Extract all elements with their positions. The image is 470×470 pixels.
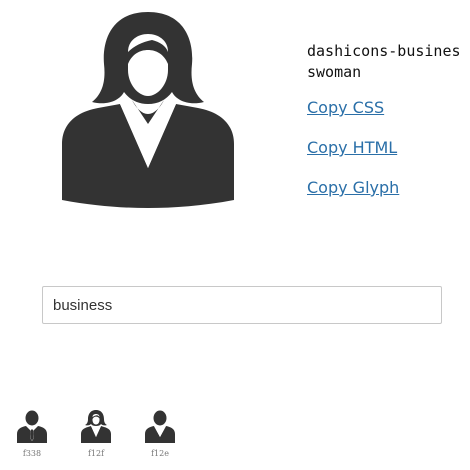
result-code: f12f — [87, 449, 105, 458]
icon-results-list: f338 f12f f12e — [12, 408, 462, 464]
result-code: f338 — [22, 449, 42, 458]
copy-html-link[interactable]: Copy HTML — [307, 138, 397, 157]
businesswoman-icon — [62, 12, 234, 208]
result-code: f12e — [151, 449, 169, 458]
copy-css-link[interactable]: Copy CSS — [307, 98, 384, 117]
businessperson-icon — [145, 410, 175, 443]
businessman-icon — [17, 410, 47, 443]
result-item-f338[interactable]: f338 — [12, 408, 52, 464]
result-item-f12e[interactable]: f12e — [140, 408, 180, 464]
result-item-f12f[interactable]: f12f — [76, 408, 116, 464]
copy-glyph-link[interactable]: Copy Glyph — [307, 178, 399, 197]
search-input[interactable] — [42, 286, 442, 324]
icon-name: dashicons-businesswoman — [307, 42, 461, 81]
businesswoman-icon — [81, 410, 111, 443]
